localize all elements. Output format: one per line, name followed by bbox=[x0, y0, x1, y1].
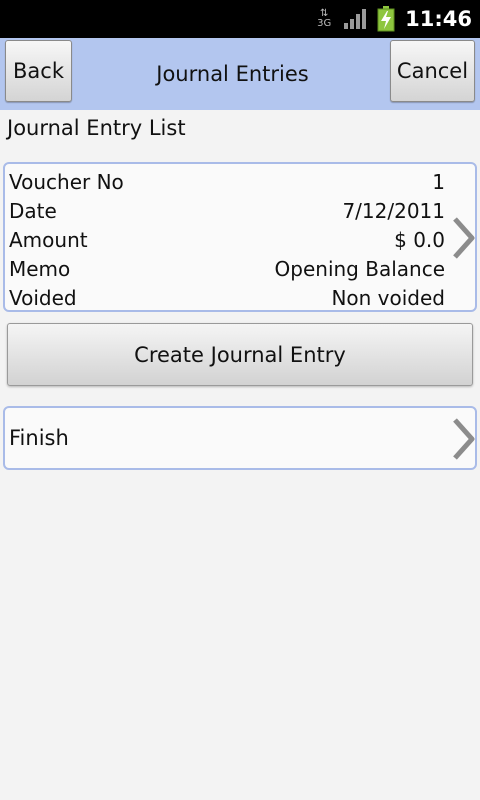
entry-value: Opening Balance bbox=[274, 256, 445, 281]
page-title: Journal Entries bbox=[156, 62, 309, 86]
section-label: Journal Entry List bbox=[7, 116, 186, 140]
entry-label: Date bbox=[9, 198, 57, 223]
status-icons: ⇅ 3G 11:46 bbox=[315, 0, 472, 38]
entry-row-voided: Voided Non voided bbox=[9, 283, 445, 312]
entry-row-amount: Amount $ 0.0 bbox=[9, 225, 445, 254]
create-journal-entry-button[interactable]: Create Journal Entry bbox=[7, 323, 473, 386]
clock: 11:46 bbox=[405, 7, 472, 31]
entry-label: Amount bbox=[9, 227, 88, 252]
entry-row-voucher: Voucher No 1 bbox=[9, 167, 445, 196]
entry-value: 7/12/2011 bbox=[342, 198, 445, 223]
entry-label: Memo bbox=[9, 256, 71, 281]
entry-label: Voided bbox=[9, 285, 77, 310]
entry-label: Voucher No bbox=[9, 169, 124, 194]
signal-icon bbox=[344, 9, 367, 29]
chevron-right-icon bbox=[453, 217, 475, 259]
status-bar: ⇅ 3G 11:46 bbox=[0, 0, 480, 38]
finish-label: Finish bbox=[9, 426, 69, 450]
back-button[interactable]: Back bbox=[5, 40, 72, 102]
entry-value: Non voided bbox=[331, 285, 445, 310]
network-3g-icon: ⇅ 3G bbox=[317, 8, 332, 29]
entry-value: $ 0.0 bbox=[394, 227, 445, 252]
chevron-right-icon bbox=[453, 418, 475, 460]
entry-row-memo: Memo Opening Balance bbox=[9, 254, 445, 283]
finish-item[interactable]: Finish bbox=[3, 406, 477, 470]
journal-entry-item[interactable]: Voucher No 1 Date 7/12/2011 Amount $ 0.0… bbox=[3, 162, 477, 312]
entry-row-date: Date 7/12/2011 bbox=[9, 196, 445, 225]
battery-charging-icon bbox=[377, 6, 395, 32]
entry-value: 1 bbox=[432, 169, 445, 194]
cancel-button[interactable]: Cancel bbox=[390, 40, 475, 102]
title-bar: Back Journal Entries Cancel bbox=[0, 38, 480, 110]
